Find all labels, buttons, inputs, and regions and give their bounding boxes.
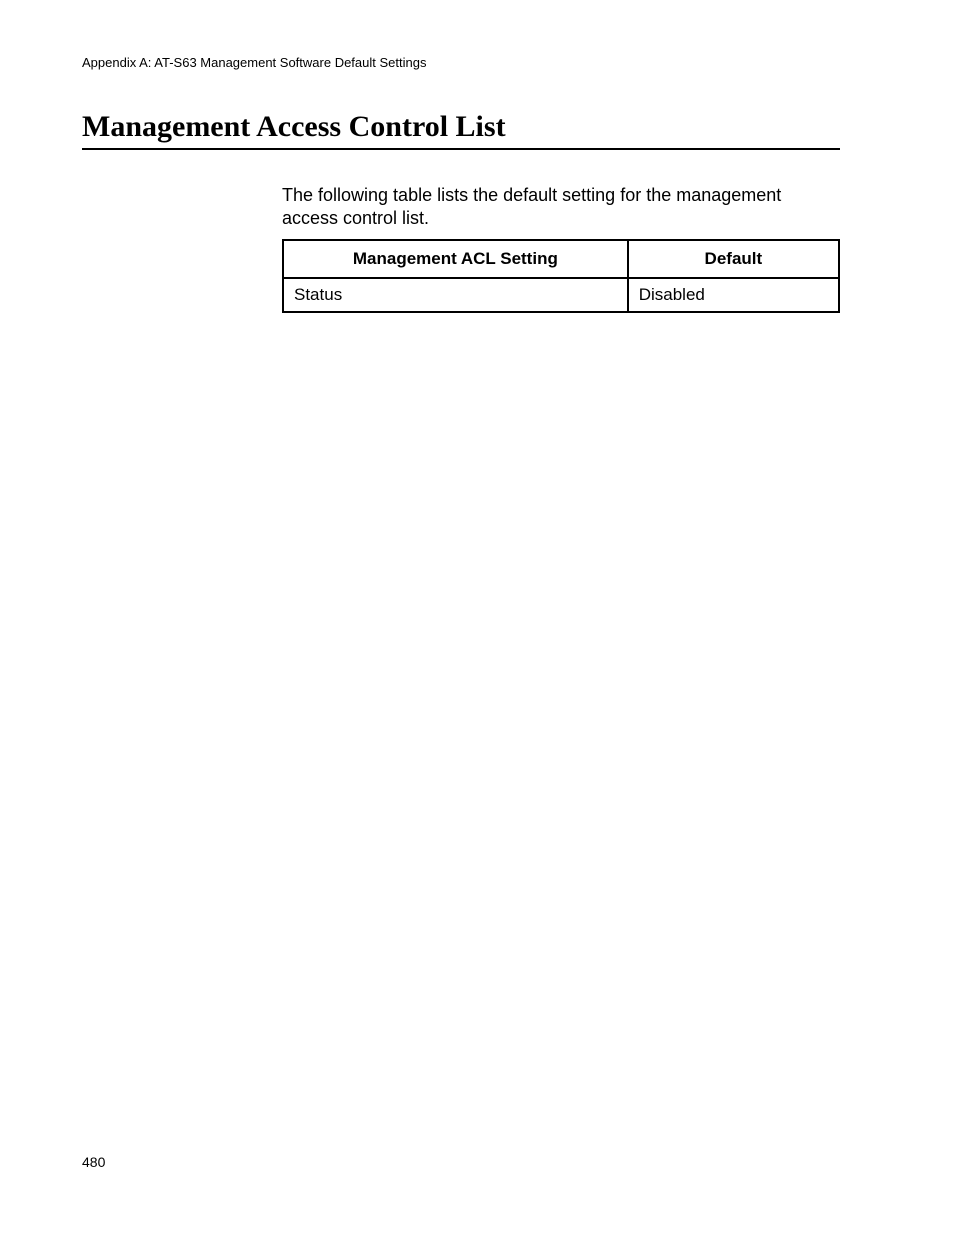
section-title: Management Access Control List xyxy=(82,110,506,144)
page-header-appendix: Appendix A: AT-S63 Management Software D… xyxy=(82,55,426,70)
intro-paragraph: The following table lists the default se… xyxy=(282,184,840,231)
table-cell-default: Disabled xyxy=(628,278,839,312)
page-number: 480 xyxy=(82,1154,105,1170)
title-underline xyxy=(82,148,840,150)
settings-table: Management ACL Setting Default Status Di… xyxy=(282,239,840,313)
table-header-default: Default xyxy=(628,240,839,278)
table-header-setting: Management ACL Setting xyxy=(283,240,628,278)
table-row: Status Disabled xyxy=(283,278,839,312)
table-cell-setting: Status xyxy=(283,278,628,312)
table-header-row: Management ACL Setting Default xyxy=(283,240,839,278)
